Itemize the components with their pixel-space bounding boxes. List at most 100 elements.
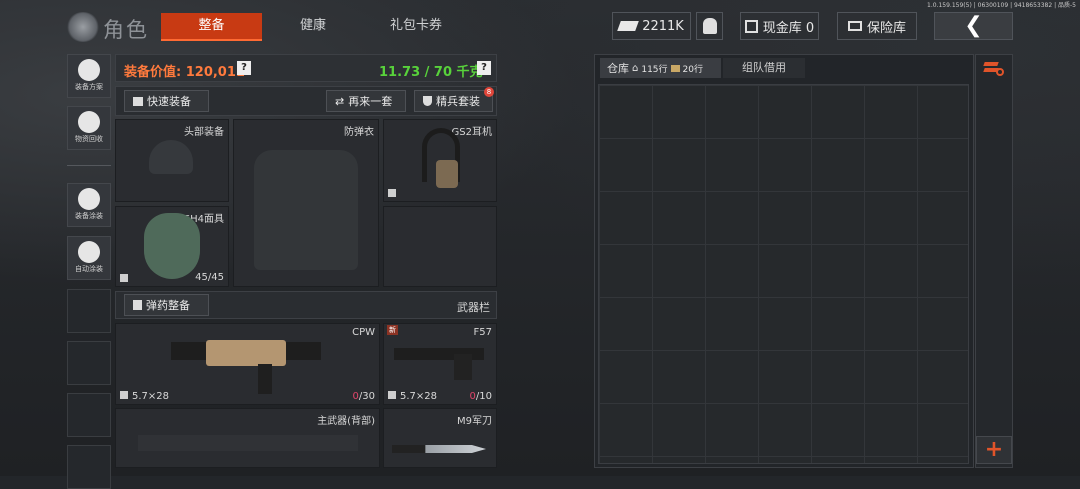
warehouse-rows-a: 115行 <box>641 64 668 75</box>
smg-body-icon <box>206 340 286 366</box>
bag-icon <box>120 274 128 282</box>
sidebar-item-auto-paint[interactable]: 自动涂装 <box>67 236 111 280</box>
sidebar-item-label: 自动涂装 <box>75 265 103 273</box>
quick-equip-button[interactable]: 快速装备 <box>124 90 209 112</box>
refresh-icon: ⇄ <box>335 94 345 108</box>
cash-vault-button[interactable]: 现金库 0 <box>740 12 819 40</box>
trader-button[interactable] <box>696 12 723 40</box>
weight-help-icon[interactable]: ? <box>477 61 491 75</box>
currency-button[interactable]: 2211K <box>612 12 691 40</box>
weight-display: 11.73 / 70 千克 <box>379 65 483 80</box>
rifle-silhouette-icon <box>138 435 358 451</box>
warehouse-label: 仓库 <box>607 62 629 75</box>
vest-icon <box>254 150 358 270</box>
trader-icon <box>702 18 717 34</box>
head-slot-label: 头部装备 <box>184 127 224 138</box>
earphone-slot[interactable]: GS2耳机 <box>383 119 497 202</box>
tab-coupons[interactable]: 礼包卡券 <box>370 13 462 39</box>
knife-icon <box>392 445 486 453</box>
armor-slot[interactable]: 防弹衣 <box>233 119 379 287</box>
safe-box-label: 保险库 <box>866 20 906 36</box>
back-button[interactable]: ❮ <box>934 12 1013 40</box>
sidearm-slot[interactable]: 新 F57 5.7×28 0/10 <box>383 323 497 405</box>
bag-icon <box>388 189 396 197</box>
team-borrow-tab[interactable]: 组队借用 <box>723 58 805 78</box>
sidearm-name: F57 <box>473 327 492 338</box>
paint-icon <box>78 188 100 210</box>
knife-slot[interactable]: M9军刀 <box>383 408 497 468</box>
again-label: 再来一套 <box>348 95 393 108</box>
sidebar-empty-slot <box>67 393 111 437</box>
value-help-icon[interactable]: ? <box>237 61 251 75</box>
currency-amount: 2211K <box>642 18 684 34</box>
warehouse-grid[interactable] <box>598 84 969 464</box>
sidebar-empty-slot <box>67 341 111 385</box>
tab-health[interactable]: 健康 <box>275 13 351 39</box>
head-slot[interactable]: 头部装备 <box>115 119 229 202</box>
earphone-slot-label: GS2耳机 <box>451 127 492 138</box>
new-badge: 新 <box>387 325 398 335</box>
bag-icon <box>388 391 396 399</box>
safe-icon <box>847 21 862 31</box>
sidebar-item-gear-plan[interactable]: 装备方案 <box>67 54 111 98</box>
elite-set-button[interactable]: 精兵套装 <box>414 90 493 112</box>
mask-durability: 45/45 <box>195 272 224 283</box>
primary-weapon-name: CPW <box>352 327 375 338</box>
ammo-prep-label: 弹药整备 <box>146 299 190 312</box>
home-icon: ⌂ <box>632 62 639 74</box>
primary-weapon-slot[interactable]: CPW 5.7×28 0/30 <box>115 323 380 405</box>
warehouse-tab[interactable]: 仓库 ⌂ 115行 20行 <box>600 58 721 78</box>
smg-magazine-icon <box>258 364 272 394</box>
helmet-icon <box>149 140 193 174</box>
sidebar-item-recycle[interactable]: 物资回收 <box>67 106 111 150</box>
earcup-icon <box>436 160 458 188</box>
pistol-grip-icon <box>454 354 472 380</box>
again-button[interactable]: ⇄ 再来一套 <box>326 90 406 112</box>
sidebar-item-paint[interactable]: 装备涂装 <box>67 183 111 227</box>
ammo-prep-button[interactable]: 弹药整备 <box>124 294 209 316</box>
empty-gear-slot[interactable] <box>383 206 497 287</box>
page-title: 角色 <box>103 18 149 42</box>
bag-icon <box>120 391 128 399</box>
notification-badge: 8 <box>484 87 494 97</box>
sidebar-item-label: 装备涂装 <box>75 212 103 220</box>
right-tool-strip <box>975 54 1013 468</box>
ticket-icon <box>670 64 680 72</box>
sidebar-divider <box>67 165 111 166</box>
sidearm-ammo: 0/10 <box>469 391 492 402</box>
add-icon[interactable]: + <box>976 436 1012 464</box>
cash-vault-label: 现金库 0 <box>762 20 815 36</box>
top-bar: 角色 整备 健康 礼包卡券 2211K 现金库 0 保险库 ❮ <box>0 8 1080 46</box>
gas-mask-icon <box>144 213 200 279</box>
cash-vault-icon <box>744 19 758 33</box>
tab-equip[interactable]: 整备 <box>161 13 262 41</box>
sidebar-empty-slot <box>67 445 111 489</box>
globe-logo-icon <box>66 12 100 42</box>
sidebar-item-label: 装备方案 <box>75 83 103 91</box>
shirt-icon <box>133 96 143 106</box>
sidearm-caliber: 5.7×28 <box>400 391 438 402</box>
armor-slot-label: 防弹衣 <box>344 127 374 138</box>
auto-paint-icon <box>78 241 100 263</box>
warehouse-rows-b: 20行 <box>682 64 703 75</box>
ammo-icon <box>133 300 142 310</box>
equipment-value-label: 装备价值: 120,011 <box>124 65 245 80</box>
sidebar-item-label: 物资回收 <box>75 135 103 143</box>
primary-ammo: 0/30 <box>352 391 375 402</box>
back-weapon-slot[interactable]: 主武器(背部) <box>115 408 380 468</box>
primary-caliber: 5.7×28 <box>132 391 170 402</box>
quick-equip-label: 快速装备 <box>147 95 191 108</box>
safe-box-button[interactable]: 保险库 <box>837 12 917 40</box>
equipment-summary-bar: 装备价值: 120,011 ? 11.73 / 70 千克 ? <box>115 54 497 82</box>
money-icon <box>617 21 640 31</box>
sort-stack-icon[interactable] <box>983 60 1004 78</box>
mask-slot[interactable]: SH4面具 45/45 <box>115 206 229 287</box>
shield-icon <box>423 96 432 106</box>
knife-name: M9军刀 <box>457 416 492 427</box>
weapon-bar-label: 武器栏 <box>457 301 490 314</box>
recycle-icon <box>78 111 100 133</box>
elite-set-label: 精兵套装 <box>436 95 480 108</box>
chevron-left-icon: ❮ <box>964 13 983 38</box>
back-weapon-label: 主武器(背部) <box>317 416 375 427</box>
gear-plan-icon <box>78 59 100 81</box>
